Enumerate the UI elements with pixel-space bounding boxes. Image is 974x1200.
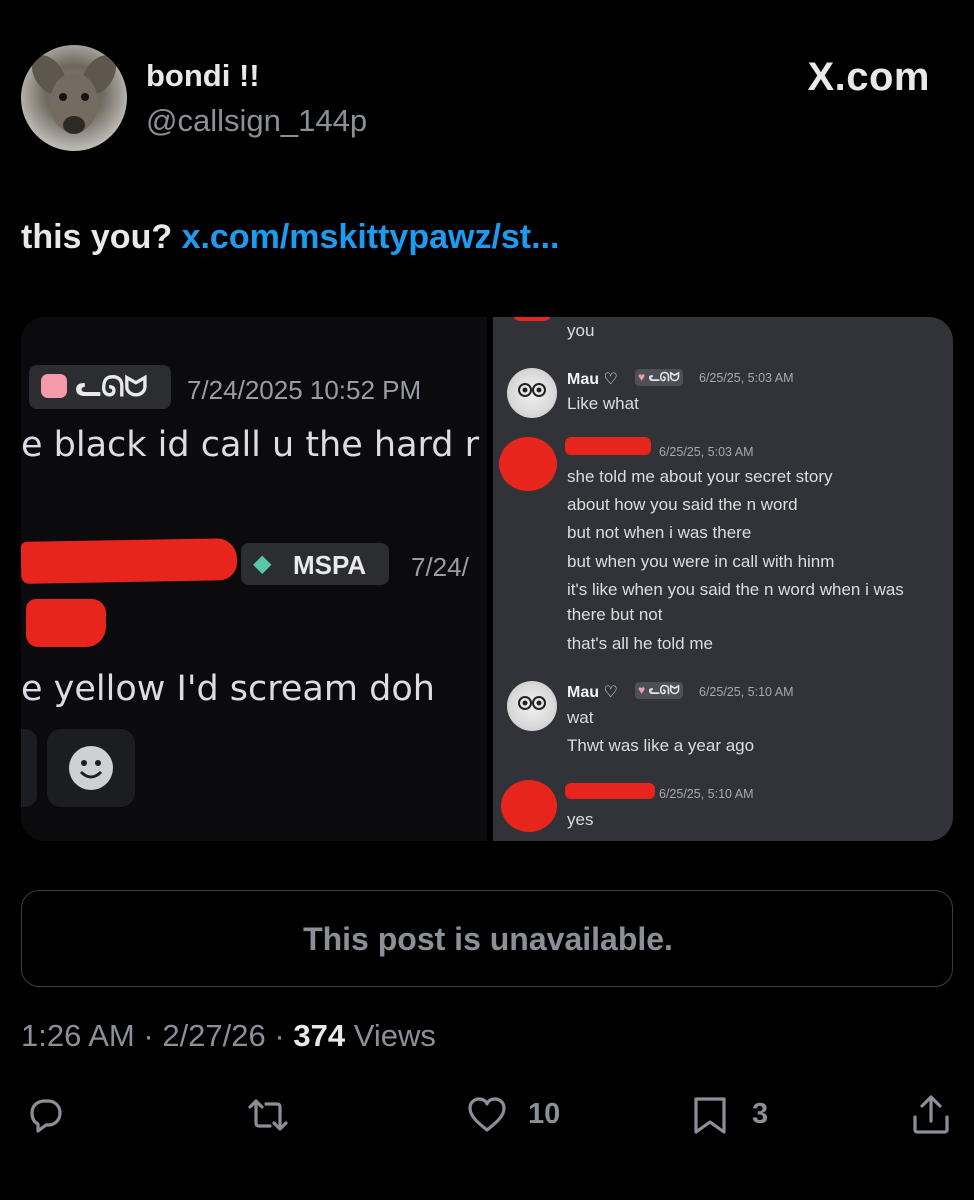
message-text: she told me about your secret story	[567, 467, 833, 486]
repost-icon	[248, 1099, 288, 1131]
tweet-text: this you? x.com/mskittypawz/st...	[21, 218, 559, 257]
message-text: Thwt was like a year ago	[567, 736, 755, 755]
message-text: e black id call u the hard r	[21, 425, 480, 465]
message-timestamp: 6/25/25, 5:03 AM	[699, 371, 794, 385]
share-icon	[913, 1095, 949, 1134]
like-count: 10	[528, 1098, 561, 1130]
tag-text: MSPA	[293, 550, 367, 580]
message-text: wat	[567, 708, 594, 727]
post-meta: 1:26 AM · 2/27/26 · 374 Views	[21, 1018, 436, 1054]
diamond-icon: ◆	[253, 550, 272, 577]
media-left-screenshot: ᓚᘏᗢ 7/24/2025 10:52 PM e black id call u…	[21, 317, 487, 841]
cat-avatar-image	[518, 383, 546, 397]
redaction-mark	[21, 538, 238, 584]
message-text: there but not	[567, 605, 663, 624]
redaction-mark	[501, 780, 557, 832]
message-text: you	[567, 321, 595, 340]
role-tag: ♥ ᓚᘏᗢ	[635, 369, 683, 386]
message-timestamp: 7/24/2025 10:52 PM	[187, 375, 422, 405]
role-tag-pill: ◆ MSPA	[241, 543, 389, 585]
meta-separator: ·	[143, 1018, 154, 1053]
display-name[interactable]: bondi !!	[146, 58, 260, 94]
tag-text: ᓚᘏᗢ	[648, 683, 680, 697]
reply-button[interactable]	[22, 1093, 66, 1142]
author-name: Mau ♡	[567, 371, 618, 388]
deer-avatar-image	[31, 55, 117, 134]
tag-text: ᓚᘏᗢ	[648, 370, 680, 384]
role-tag: ♥ ᓚᘏᗢ	[635, 682, 683, 699]
views-count: 374	[293, 1018, 346, 1053]
heart-icon: ♥	[638, 370, 646, 384]
message-text: but not when i was there	[567, 523, 752, 542]
role-tag-pill: ᓚᘏᗢ	[29, 365, 171, 409]
post-date[interactable]: 2/27/26	[162, 1018, 265, 1053]
redaction-mark	[499, 437, 557, 491]
avatar[interactable]	[21, 45, 127, 151]
bookmark-icon	[694, 1097, 726, 1134]
views-label: Views	[353, 1018, 436, 1053]
reply-icon	[30, 1099, 62, 1133]
message-timestamp: 6/25/25, 5:03 AM	[659, 445, 754, 459]
repost-button[interactable]	[246, 1093, 290, 1142]
message-text: e yellow I'd scream doh	[21, 669, 435, 709]
message-timestamp: 6/25/25, 5:10 AM	[659, 787, 754, 801]
message-text: yes	[567, 810, 594, 829]
quoted-post-card[interactable]: This post is unavailable.	[21, 890, 953, 987]
avatar	[507, 368, 557, 418]
message-text: it's like when you said the n word when …	[567, 580, 904, 599]
message-text: about how you said the n word	[567, 495, 798, 514]
x-logo: X.com	[807, 55, 930, 99]
redaction-mark	[565, 783, 655, 799]
emoji-button[interactable]	[47, 729, 135, 807]
bookmark-button[interactable]	[688, 1093, 732, 1142]
user-handle[interactable]: @callsign_144p	[146, 103, 367, 139]
bookmark-count: 3	[752, 1098, 769, 1130]
message-timestamp: 7/24/	[411, 552, 469, 582]
redaction-mark	[513, 317, 551, 321]
message-text: that's all he told me	[567, 634, 713, 653]
redaction-mark	[565, 437, 651, 455]
message-timestamp: 6/25/25, 5:10 AM	[699, 685, 794, 699]
tag-text: ᓚᘏᗢ	[75, 371, 148, 402]
heart-icon: ♥	[638, 683, 646, 697]
unavailable-notice: This post is unavailable.	[303, 921, 673, 957]
smiley-icon	[69, 746, 113, 790]
media-right-screenshot: you Mau ♡ ♥ ᓚᘏᗢ 6/25/25, 5:03 AM Like wh…	[493, 317, 953, 841]
redaction-mark	[26, 599, 106, 647]
tweet-link[interactable]: x.com/mskittypawz/st...	[182, 218, 560, 256]
avatar	[507, 681, 557, 731]
like-button[interactable]	[465, 1093, 509, 1142]
share-button[interactable]	[909, 1093, 953, 1142]
message-text: but when you were in call with hinm	[567, 552, 835, 571]
message-text: Like what	[567, 394, 639, 413]
attach-button[interactable]	[21, 729, 37, 807]
meta-separator: ·	[274, 1018, 285, 1053]
heart-icon	[41, 374, 67, 398]
post-time[interactable]: 1:26 AM	[21, 1018, 135, 1053]
cat-avatar-image	[518, 696, 546, 710]
tweet-media[interactable]: ᓚᘏᗢ 7/24/2025 10:52 PM e black id call u…	[21, 317, 953, 841]
tweet-body: this you?	[21, 218, 173, 256]
author-name: Mau ♡	[567, 684, 618, 701]
heart-icon	[468, 1097, 506, 1132]
